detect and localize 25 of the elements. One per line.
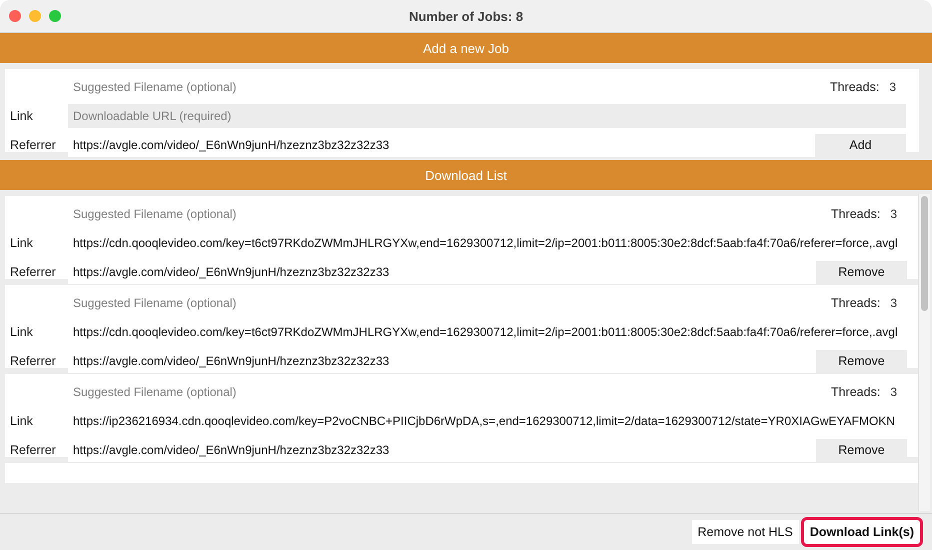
footer-button[interactable]: Remove not HLS — [692, 520, 799, 544]
referrer-label: Referrer — [10, 265, 57, 279]
threads-value[interactable]: 3 — [889, 80, 896, 94]
referrer-label: Referrer — [10, 443, 57, 457]
threads-label: Threads: — [830, 207, 880, 221]
maximize-icon[interactable] — [49, 10, 61, 22]
scrollbar[interactable] — [918, 194, 930, 511]
link-label: Link — [10, 414, 34, 428]
referrer-label: Referrer — [10, 354, 57, 368]
threads-label: Threads: — [830, 296, 880, 310]
threads-value[interactable]: 3 — [890, 296, 897, 310]
referrer-label: Referrer — [10, 138, 57, 152]
link-label: Link — [10, 109, 34, 123]
link-label: Link — [10, 325, 34, 339]
threads-label: Threads: — [830, 385, 880, 399]
minimize-icon[interactable] — [29, 10, 41, 22]
section-header: Add a new Job — [0, 33, 932, 63]
close-icon[interactable] — [9, 10, 21, 22]
link-label: Link — [10, 236, 34, 250]
footer-button[interactable]: Download Link(s) — [800, 517, 923, 547]
threads-label: Threads: — [830, 80, 880, 94]
threads-value[interactable]: 3 — [890, 385, 897, 399]
window-title: Number of Jobs: 8 — [408, 8, 524, 24]
threads-value[interactable]: 3 — [890, 207, 897, 221]
section-header: Download List — [0, 160, 932, 190]
